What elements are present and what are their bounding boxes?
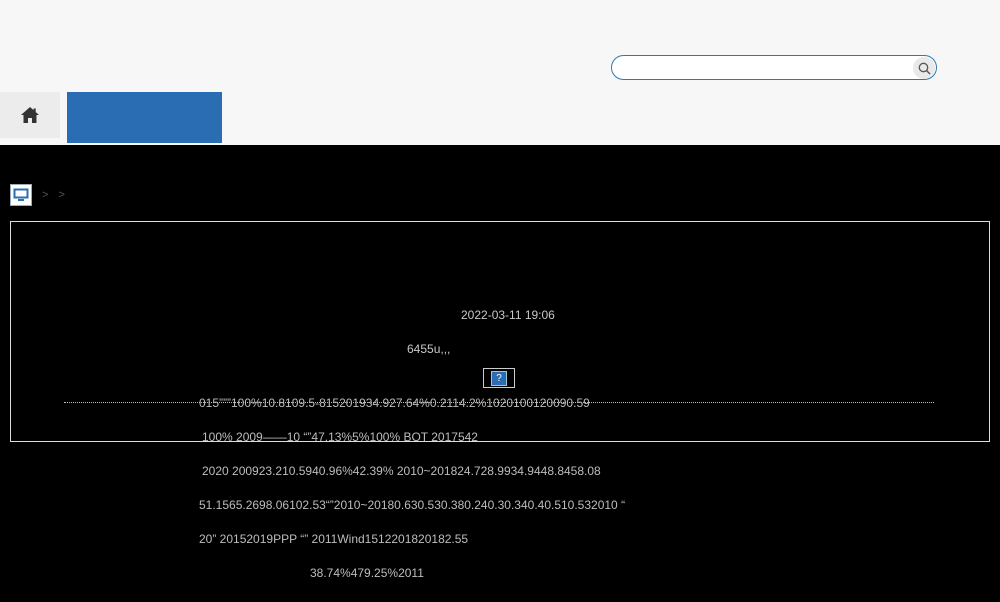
- broken-image: ?: [483, 368, 515, 388]
- breadcrumb-separator: >: [58, 189, 65, 201]
- article-paragraph: 51.1565.2698.06102.53“”2010~20180.630.53…: [199, 498, 626, 512]
- article-paragraph: 100% 2009——10 “”47.13%5%100% BOT 2017542: [202, 430, 478, 444]
- home-icon: [21, 107, 39, 123]
- article-paragraph: 015”””100%10.8109.5-815201934.927.64%0.2…: [199, 396, 590, 410]
- search-icon: [918, 62, 931, 75]
- breadcrumb-separator: >: [42, 189, 49, 201]
- breadcrumb: > >: [10, 184, 65, 206]
- article-date: 2022-03-11 19:06: [461, 308, 555, 322]
- article-paragraph: 38.74%479.25%2011: [310, 566, 424, 580]
- search-input[interactable]: [622, 59, 916, 78]
- article-paragraph: 2020 200923.210.5940.96%42.39% 2010~2018…: [202, 464, 601, 478]
- header: [0, 0, 1000, 145]
- monitor-icon[interactable]: [10, 184, 32, 206]
- nav-item-active[interactable]: [67, 92, 222, 143]
- article-meta: 6455u,,,: [407, 342, 451, 356]
- search-box: [611, 55, 937, 80]
- image-placeholder-icon: ?: [491, 370, 507, 386]
- home-button[interactable]: [0, 92, 60, 138]
- search-button[interactable]: [913, 57, 935, 79]
- article-paragraph: 20” 20152019PPP “” 2011Wind1512201820182…: [199, 532, 469, 546]
